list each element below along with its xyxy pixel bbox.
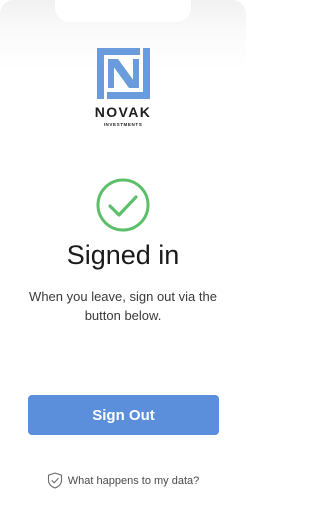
device-notch <box>55 0 191 22</box>
checkmark-circle-icon <box>96 178 150 232</box>
brand-name: NOVAK <box>94 104 152 120</box>
data-info-link-text: What happens to my data? <box>67 474 200 487</box>
shield-check-icon <box>47 472 62 489</box>
brand-subtitle: INVESTMENTS <box>103 122 143 127</box>
status-message: When you leave, sign out via the button … <box>29 289 217 323</box>
novak-logo-icon <box>96 48 150 99</box>
status-title: Signed in <box>66 240 180 270</box>
brand-logo: NOVAK INVESTMENTS <box>0 47 246 127</box>
sign-out-button[interactable]: Sign Out <box>28 395 219 435</box>
app-screen: NOVAK INVESTMENTS Signed in When you lea… <box>0 0 246 529</box>
data-info-link[interactable]: What happens to my data? <box>0 472 246 489</box>
